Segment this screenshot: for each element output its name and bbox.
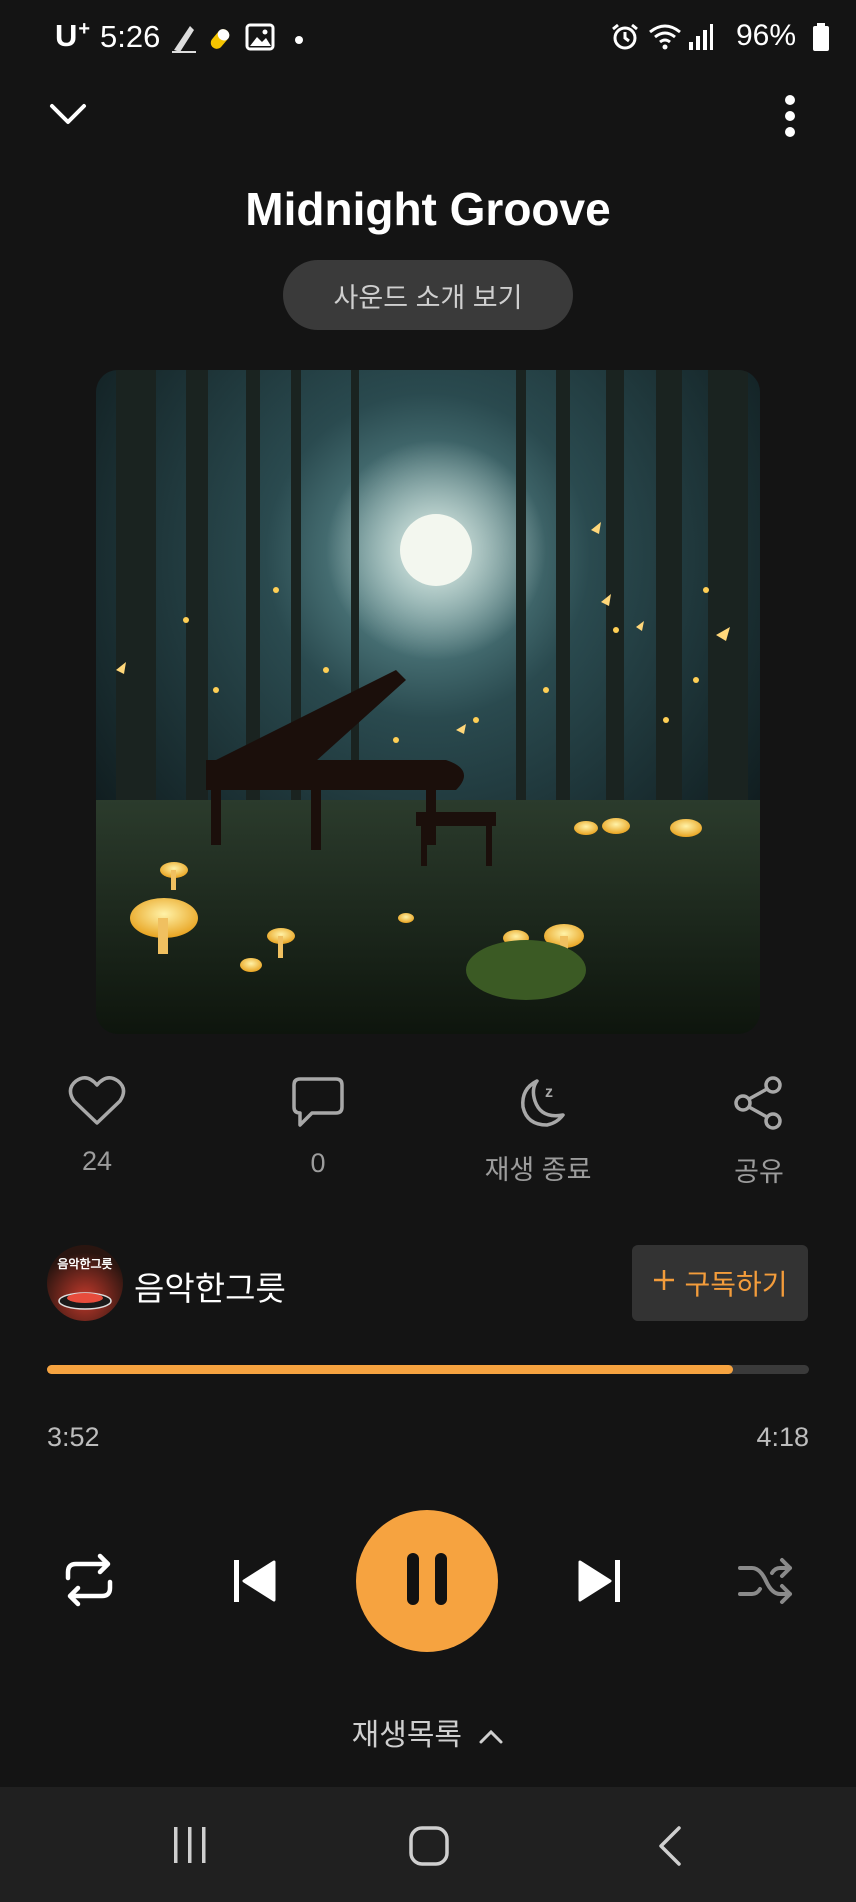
pause-button[interactable] bbox=[356, 1510, 498, 1652]
pen-notification-icon bbox=[170, 22, 198, 59]
wifi-icon bbox=[648, 22, 682, 57]
album-artwork bbox=[96, 370, 760, 1034]
pause-icon bbox=[405, 1551, 449, 1612]
battery-percent: 96% bbox=[735, 19, 796, 52]
sound-info-button[interactable]: 사운드 소개 보기 bbox=[283, 260, 573, 330]
system-navigation-bar bbox=[0, 1787, 856, 1902]
playlist-toggle[interactable]: 재생목록 bbox=[0, 1710, 856, 1754]
svg-text:z: z bbox=[545, 1084, 553, 1101]
previous-button[interactable] bbox=[230, 1556, 280, 1611]
more-options-icon[interactable] bbox=[776, 92, 804, 145]
subscribe-button[interactable]: 구독하기 bbox=[632, 1245, 808, 1321]
total-time: 4:18 bbox=[756, 1422, 809, 1452]
recent-apps-icon[interactable] bbox=[170, 1825, 210, 1870]
like-count: 24 bbox=[81, 1146, 113, 1176]
share-button[interactable]: 공유 bbox=[689, 1075, 829, 1189]
skip-next-icon bbox=[574, 1560, 624, 1610]
pill-notification-icon bbox=[208, 22, 236, 59]
heart-icon bbox=[68, 1076, 126, 1131]
alarm-icon bbox=[610, 22, 640, 57]
shuffle-icon bbox=[738, 1558, 794, 1610]
home-icon[interactable] bbox=[408, 1825, 450, 1872]
skip-previous-icon bbox=[230, 1560, 280, 1610]
like-button[interactable]: 24 bbox=[27, 1075, 167, 1177]
carrier-label: U+ bbox=[55, 18, 92, 53]
comment-button[interactable]: 0 bbox=[248, 1075, 388, 1179]
channel-avatar[interactable]: 음악한그릇 bbox=[47, 1245, 123, 1321]
progress-fill bbox=[47, 1365, 733, 1374]
status-bar: U+ 5:26 96% bbox=[0, 0, 856, 76]
collapse-chevron-icon[interactable] bbox=[48, 96, 88, 137]
next-button[interactable] bbox=[574, 1556, 624, 1611]
sleep-timer-icon: z bbox=[509, 1079, 567, 1133]
current-time: 3:52 bbox=[47, 1422, 100, 1452]
repeat-button[interactable] bbox=[60, 1552, 118, 1613]
channel-name[interactable]: 음악한그릇 bbox=[134, 1262, 286, 1310]
signal-icon bbox=[688, 22, 714, 57]
track-title: Midnight Groove bbox=[245, 183, 611, 235]
shuffle-button[interactable] bbox=[738, 1556, 794, 1611]
sleep-timer-button[interactable]: z 재생 종료 bbox=[468, 1075, 608, 1187]
avatar-text: 음악한그릇 bbox=[57, 1257, 113, 1271]
battery-icon bbox=[812, 22, 830, 57]
chevron-up-icon bbox=[478, 1720, 504, 1754]
comment-count: 0 bbox=[310, 1148, 326, 1178]
more-notifications-dot-icon bbox=[294, 32, 304, 50]
plus-icon bbox=[652, 1267, 676, 1299]
share-icon bbox=[731, 1076, 787, 1135]
comment-icon bbox=[290, 1077, 346, 1133]
repeat-icon bbox=[60, 1553, 118, 1612]
sleep-timer-label: 재생 종료 bbox=[484, 1155, 592, 1185]
playlist-label: 재생목록 bbox=[351, 1719, 463, 1752]
clock: 5:26 bbox=[100, 19, 161, 54]
back-icon[interactable] bbox=[655, 1825, 685, 1872]
subscribe-label: 구독하기 bbox=[684, 1269, 788, 1300]
gallery-notification-icon bbox=[245, 22, 275, 57]
share-label: 공유 bbox=[734, 1157, 784, 1187]
progress-bar[interactable] bbox=[47, 1365, 809, 1374]
